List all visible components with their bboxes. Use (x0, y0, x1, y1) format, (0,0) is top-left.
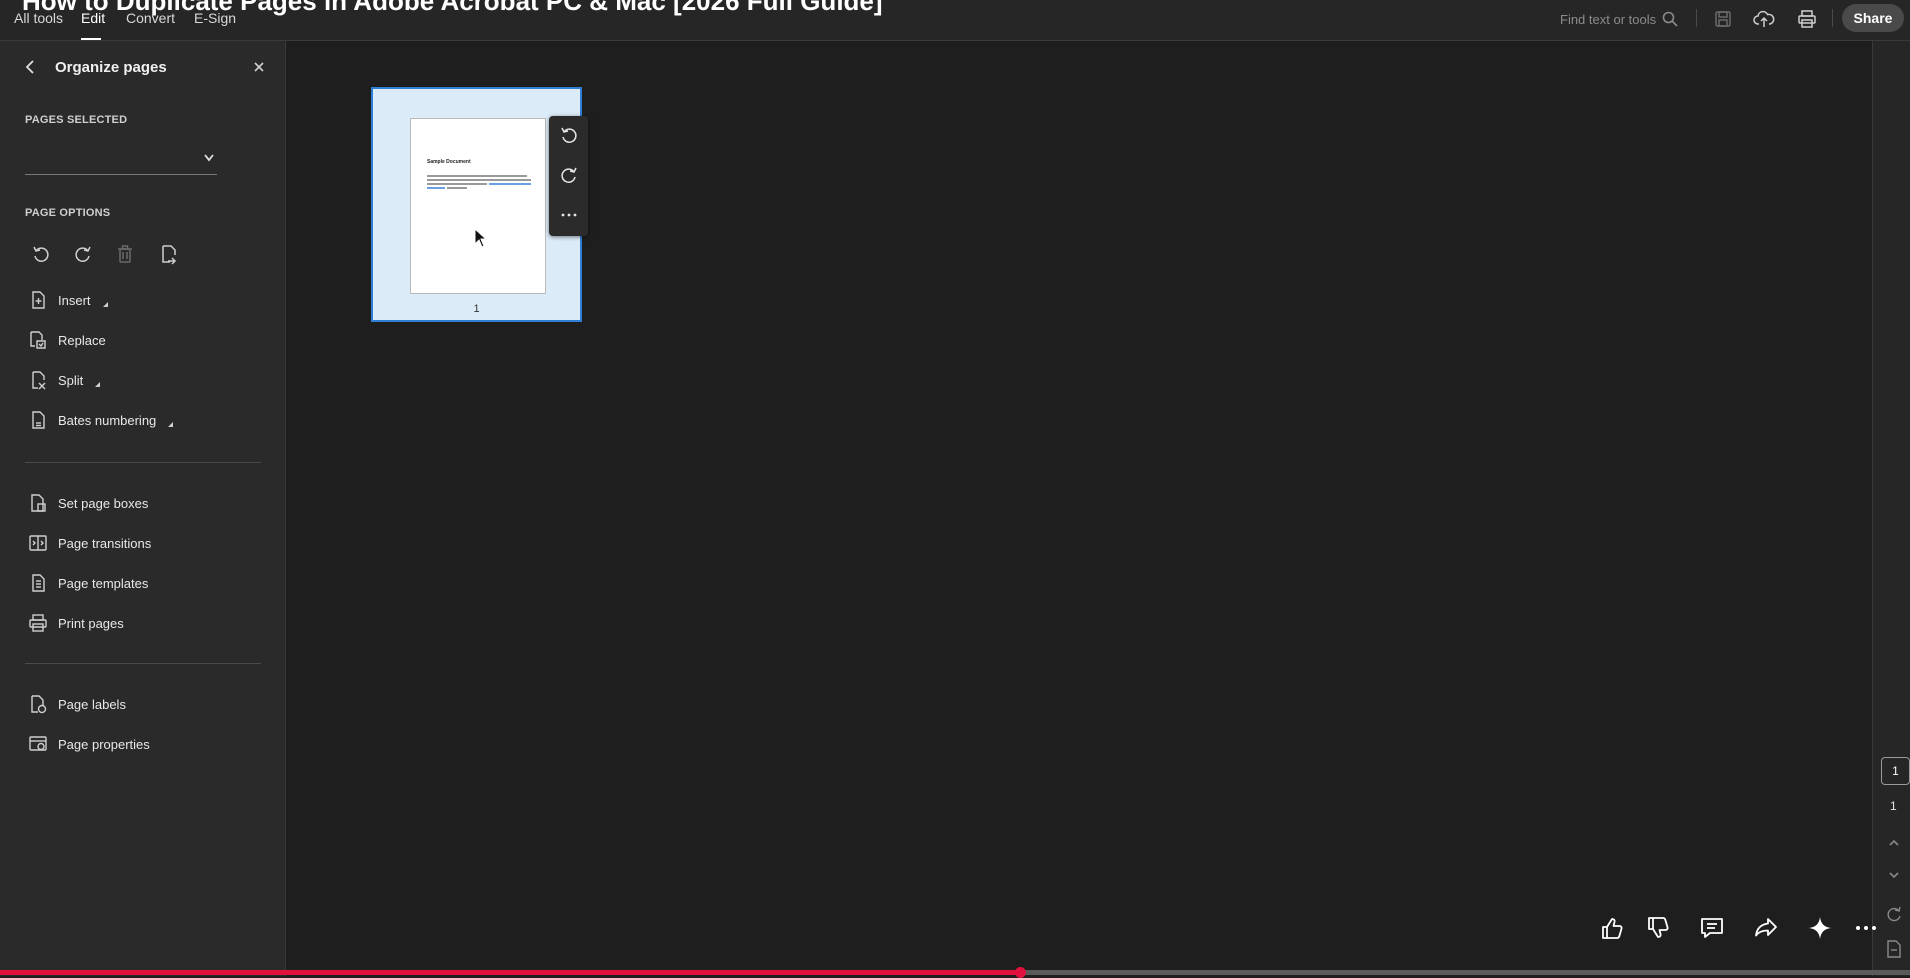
rotate-counterclockwise-icon[interactable] (558, 124, 580, 146)
video-scrubber-handle[interactable] (1015, 967, 1026, 978)
comment-icon[interactable] (1698, 914, 1726, 942)
share-button[interactable]: Share (1842, 4, 1904, 32)
thumbs-down-icon[interactable] (1644, 914, 1672, 942)
doc-text-line (427, 179, 531, 181)
thumbnail-quick-actions (549, 116, 588, 236)
insert-item[interactable]: Insert (28, 288, 108, 312)
panel-title: Organize pages (55, 59, 167, 76)
rotate-counterclockwise-icon[interactable] (30, 243, 52, 265)
print-pages-item[interactable]: Print pages (28, 611, 124, 635)
search-placeholder: Find text or tools (1560, 11, 1657, 27)
insert-label: Insert (58, 292, 91, 308)
printer-icon (29, 614, 47, 632)
current-page-input[interactable]: 1 (1881, 757, 1910, 785)
page-labels-item[interactable]: Page labels (28, 692, 126, 716)
submenu-caret-icon (95, 381, 101, 387)
close-icon[interactable] (252, 60, 266, 74)
sparkle-ai-icon[interactable] (1806, 914, 1834, 942)
bates-numbering-icon (32, 411, 45, 429)
share-arrow-icon[interactable] (1752, 914, 1780, 942)
rotate-clockwise-icon[interactable] (558, 164, 580, 186)
split-item[interactable]: Split (28, 368, 101, 392)
page-labels-label: Page labels (58, 696, 126, 712)
doc-text-line (447, 187, 467, 189)
page-properties-item[interactable]: Page properties (28, 732, 150, 756)
split-icon (32, 371, 46, 390)
chevron-down-icon[interactable] (1883, 864, 1905, 886)
page-options-label: PAGE OPTIONS (25, 207, 111, 219)
replace-item[interactable]: Replace (28, 328, 106, 352)
thumbnail-page-number: 1 (473, 303, 480, 315)
doc-heading: Sample Document (427, 159, 471, 165)
toolbar-divider-2 (1832, 9, 1833, 27)
doc-text-line (427, 183, 487, 185)
organize-pages-panel: Organize pages PAGES SELECTED PAGE OPTIO… (0, 41, 286, 976)
upload-cloud-icon[interactable] (1753, 8, 1775, 30)
toolbar-divider (1696, 9, 1697, 27)
more-options-icon[interactable] (1852, 914, 1880, 942)
bates-numbering-label: Bates numbering (58, 412, 157, 428)
replace-page-icon (30, 331, 46, 349)
video-progress-bar[interactable] (0, 967, 1910, 978)
feedback-toolbar (1590, 905, 1880, 949)
thumbs-up-icon[interactable] (1598, 914, 1626, 942)
video-title: How to Duplicate Pages in Adobe Acrobat … (22, 0, 883, 16)
rotate-clockwise-icon[interactable] (72, 243, 94, 265)
set-page-boxes-item[interactable]: Set page boxes (28, 491, 148, 515)
submenu-caret-icon (168, 421, 174, 427)
doc-link-line (427, 187, 445, 189)
page-transitions-item[interactable]: Page transitions (28, 531, 151, 555)
pages-selected-dropdown[interactable] (25, 139, 217, 175)
page-properties-label: Page properties (58, 736, 150, 752)
pages-selected-label: PAGES SELECTED (25, 114, 128, 126)
section-divider (25, 462, 261, 463)
total-pages: 1 (1890, 799, 1897, 813)
printer-icon[interactable] (1796, 8, 1818, 30)
mouse-cursor-icon (474, 228, 488, 248)
chevron-down-icon (204, 154, 214, 162)
insert-page-icon (32, 291, 45, 309)
section-divider-2 (25, 663, 261, 664)
extract-pages-icon[interactable] (158, 243, 180, 265)
page-templates-item[interactable]: Page templates (28, 571, 148, 595)
doc-link-line (489, 183, 531, 185)
print-pages-label: Print pages (58, 615, 124, 631)
delete-trash-icon[interactable] (114, 243, 136, 265)
search-icon (1662, 11, 1678, 27)
more-options-icon[interactable] (558, 204, 580, 226)
page-templates-icon (32, 574, 45, 592)
page-properties-icon (29, 736, 47, 751)
page-transitions-label: Page transitions (58, 535, 152, 551)
bates-numbering-item[interactable]: Bates numbering (28, 408, 174, 432)
find-text-or-tools-search[interactable]: Find text or tools (1560, 8, 1684, 30)
page-labels-icon (31, 695, 47, 714)
page-transitions-icon (29, 535, 47, 551)
set-page-boxes-label: Set page boxes (58, 495, 149, 511)
page-templates-label: Page templates (58, 575, 149, 591)
split-label: Split (58, 372, 84, 388)
replace-label: Replace (58, 332, 106, 348)
save-icon[interactable] (1712, 8, 1734, 30)
submenu-caret-icon (102, 301, 108, 307)
page-info-icon[interactable] (1883, 938, 1905, 960)
doc-text-line (427, 175, 527, 177)
video-progress-fill (0, 970, 1020, 975)
back-chevron-icon[interactable] (22, 59, 38, 75)
page-preview: Sample Document (410, 118, 546, 294)
active-tab-indicator (81, 38, 101, 40)
page-boxes-icon (31, 494, 46, 512)
refresh-icon[interactable] (1883, 903, 1905, 925)
chevron-up-icon[interactable] (1883, 832, 1905, 854)
